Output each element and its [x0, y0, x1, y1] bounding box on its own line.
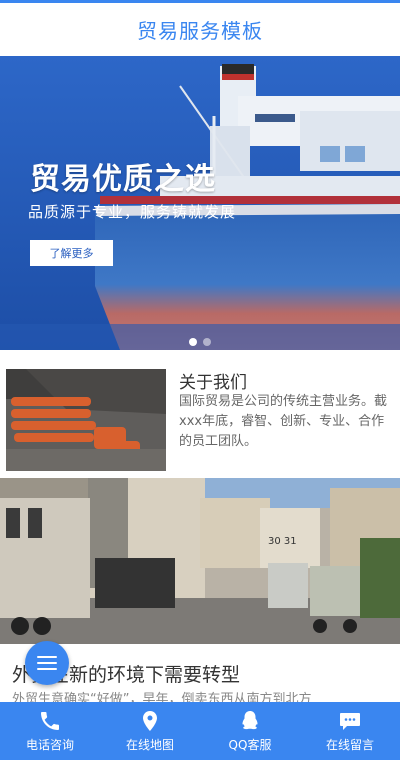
nav-qq-service[interactable]: QQ客服 — [200, 702, 300, 760]
hero-headline: 贸易优质之选 — [30, 162, 216, 197]
menu-fab-button[interactable] — [25, 641, 69, 685]
nav-label: 在线留言 — [325, 738, 374, 752]
learn-more-button[interactable]: 了解更多 — [30, 240, 113, 266]
message-icon — [340, 713, 360, 730]
page-title: 贸易服务模板 — [137, 19, 263, 43]
qq-icon — [242, 711, 258, 730]
about-text: 国际贸易是公司的传统主营业务。截xxx年底，睿智、创新、专业、合作的员工团队。 — [179, 394, 388, 449]
nav-label: 在线地图 — [125, 738, 174, 752]
phone-icon — [41, 712, 59, 730]
hero-subtitle: 品质源于专业，服务铸就发展 — [28, 203, 237, 221]
carousel-dot-2[interactable] — [203, 338, 211, 346]
app-header: 贸易服务模板 — [0, 3, 400, 56]
about-title: 关于我们 — [179, 373, 247, 393]
nav-label: 电话咨询 — [25, 738, 74, 752]
about-image — [6, 369, 166, 471]
news-image[interactable]: 30 31 — [0, 478, 400, 644]
hero-banner[interactable]: 贸易优质之选 品质源于专业，服务铸就发展 了解更多 — [0, 56, 400, 350]
nav-label: QQ客服 — [228, 738, 272, 752]
carousel-dot-1[interactable] — [189, 338, 197, 346]
bottom-nav: 电话咨询 在线地图 QQ客服 在线留言 — [0, 702, 400, 760]
carousel-dots — [0, 338, 400, 346]
svg-text:30 31: 30 31 — [268, 536, 297, 547]
about-section[interactable]: 关于我们 国际贸易是公司的传统主营业务。截xxx年底，睿智、创新、专业、合作的员… — [0, 350, 400, 478]
nav-online-message[interactable]: 在线留言 — [300, 702, 400, 760]
menu-icon — [37, 656, 57, 658]
nav-online-map[interactable]: 在线地图 — [100, 702, 200, 760]
nav-phone-consult[interactable]: 电话咨询 — [0, 702, 100, 760]
map-pin-icon — [143, 711, 157, 731]
